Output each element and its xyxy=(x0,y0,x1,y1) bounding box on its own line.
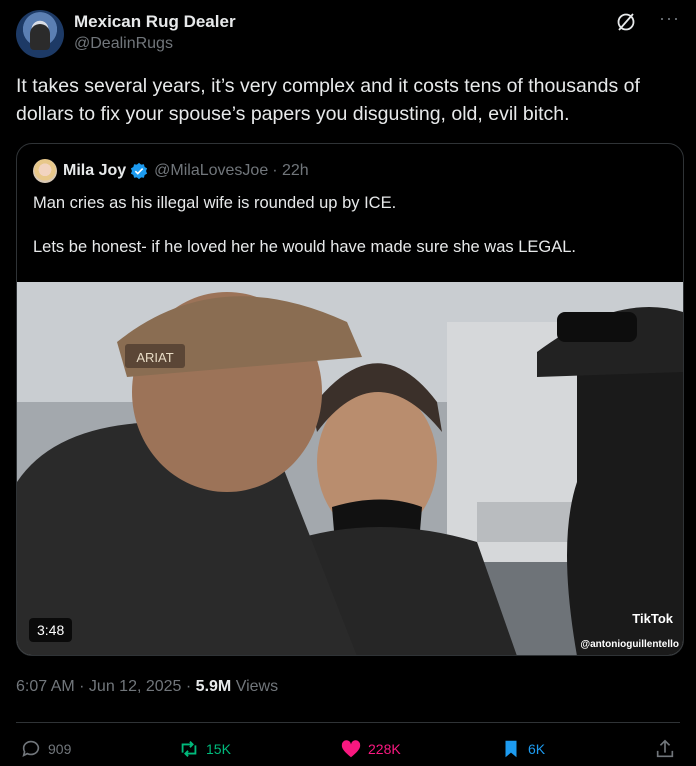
repost-count: 15K xyxy=(206,741,231,757)
cap-logo-text: ARIAT xyxy=(136,350,173,365)
grok-icon[interactable] xyxy=(616,12,636,32)
tiktok-username: @antonioguillentello xyxy=(580,639,679,650)
tweet-header: Mexican Rug Dealer @DealinRugs ··· xyxy=(16,8,680,58)
share-button[interactable] xyxy=(654,738,682,760)
quote-text-line1: Man cries as his illegal wife is rounded… xyxy=(33,194,397,212)
divider xyxy=(16,722,680,723)
bookmark-count: 6K xyxy=(528,741,546,757)
author-avatar[interactable] xyxy=(16,10,64,58)
tweet-text: It takes several years, it’s very comple… xyxy=(16,75,640,125)
video-player[interactable]: ARIAT 3:48 TikTok @antonioguillentello xyxy=(17,282,683,655)
views-count: 5.9M xyxy=(195,678,232,695)
quote-author-handle[interactable]: @MilaLovesJoe xyxy=(154,162,268,180)
reply-count: 909 xyxy=(48,741,72,757)
quote-header: Mila Joy @MilaLovesJoe · 22h xyxy=(33,158,309,184)
like-count: 228K xyxy=(368,741,401,757)
heart-icon xyxy=(341,740,361,758)
video-duration: 3:48 xyxy=(29,618,73,642)
author-handle[interactable]: @DealinRugs xyxy=(74,35,173,53)
quote-avatar[interactable] xyxy=(33,159,57,183)
video-frame: ARIAT xyxy=(17,282,683,655)
quoted-tweet[interactable]: Mila Joy @MilaLovesJoe · 22h Man cries a… xyxy=(16,143,684,656)
repost-button[interactable]: 15K xyxy=(178,738,231,760)
author-name[interactable]: Mexican Rug Dealer xyxy=(74,12,236,32)
reply-icon xyxy=(22,740,40,757)
quote-time: · 22h xyxy=(272,162,309,179)
tweet-meta: 6:07 AM · Jun 12, 2025 · 5.9M Views xyxy=(16,678,278,696)
like-button[interactable]: 228K xyxy=(340,738,401,760)
tweet-timestamp[interactable]: 6:07 AM · Jun 12, 2025 · xyxy=(16,678,196,695)
quote-text: Man cries as his illegal wife is rounded… xyxy=(33,192,663,280)
bookmark-button[interactable]: 6K xyxy=(500,738,545,760)
repost-icon xyxy=(181,741,197,757)
quote-text-line2: Lets be honest- if he loved her he would… xyxy=(33,238,576,256)
share-icon xyxy=(656,739,674,758)
bookmark-icon xyxy=(505,740,517,758)
more-options-icon[interactable]: ··· xyxy=(659,8,680,29)
tiktok-watermark: TikTok xyxy=(632,611,673,626)
reply-button[interactable]: 909 xyxy=(20,738,71,760)
quote-author-name[interactable]: Mila Joy xyxy=(63,162,126,180)
verified-badge-icon xyxy=(131,162,148,180)
views-label: Views xyxy=(231,678,279,695)
action-bar: 909 15K 228K 6K xyxy=(16,732,680,766)
